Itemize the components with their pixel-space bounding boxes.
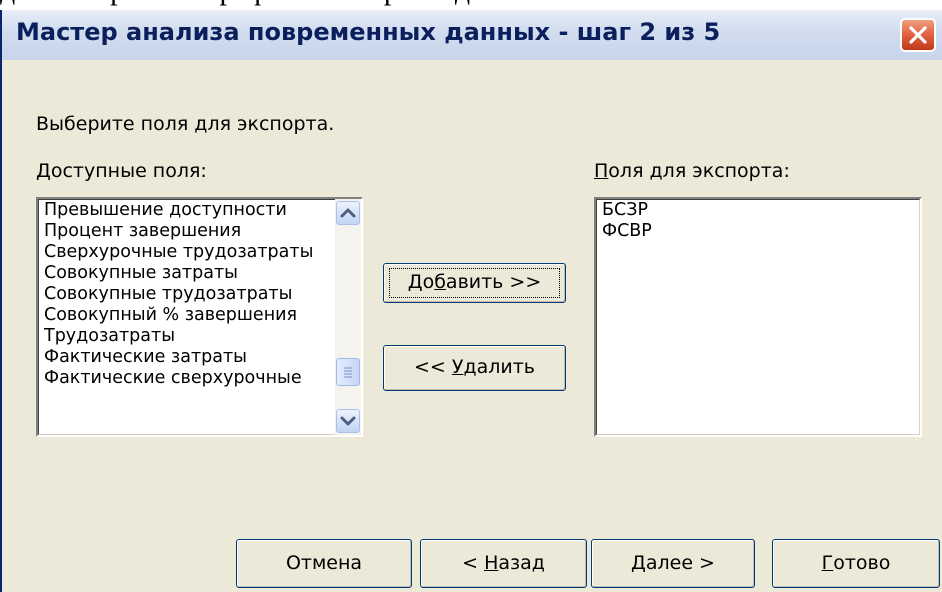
export-label-accel: П	[594, 160, 609, 182]
dialog-title: Мастер анализа повременных данных - шаг …	[16, 18, 721, 46]
available-label-rest: оступные поля:	[50, 160, 207, 182]
available-fields-label: Доступные поля:	[36, 160, 207, 182]
remove-button[interactable]: << Удалить	[383, 345, 566, 391]
list-item[interactable]: Сверхурочные трудозатраты	[44, 242, 320, 263]
arrow-down-icon	[340, 416, 356, 426]
list-item[interactable]: БСЗР	[602, 200, 912, 221]
available-label-accel: Д	[36, 160, 51, 182]
export-fields-label: Поля для экспорта:	[594, 160, 790, 182]
list-item[interactable]: Совокупный % завершения	[44, 305, 320, 326]
export-label-rest: оля для экспорта:	[608, 160, 790, 182]
list-item[interactable]: Совокупные затраты	[44, 263, 320, 284]
finish-button[interactable]: Готово	[772, 539, 940, 588]
title-bar[interactable]: Мастер анализа повременных данных - шаг …	[2, 10, 942, 60]
scroll-thumb[interactable]	[336, 358, 360, 386]
back-button[interactable]: < Назад	[420, 539, 587, 588]
grip-icon	[344, 367, 352, 378]
list-item[interactable]: Фактические сверхурочные	[44, 368, 320, 389]
available-fields-listbox[interactable]: Превышение доступности Процент завершени…	[36, 197, 363, 437]
list-item[interactable]: Превышение доступности	[44, 200, 320, 221]
scroll-up-button[interactable]	[336, 201, 360, 225]
document-text-fragment: для построения графика выбирают два поля…	[0, 0, 942, 10]
add-button[interactable]: Добавить >>	[383, 263, 566, 303]
wizard-dialog: Мастер анализа повременных данных - шаг …	[0, 10, 942, 592]
next-button[interactable]: Далее >	[591, 539, 755, 588]
list-item[interactable]: Трудозатраты	[44, 326, 320, 347]
arrow-up-icon	[340, 208, 356, 218]
list-item[interactable]: ФСВР	[602, 221, 912, 242]
list-item[interactable]: Процент завершения	[44, 221, 320, 242]
cancel-button[interactable]: Отмена	[236, 539, 412, 588]
list-item[interactable]: Фактические затраты	[44, 347, 320, 368]
list-item[interactable]: Совокупные трудозатраты	[44, 284, 320, 305]
instruction-text: Выберите поля для экспорта.	[36, 113, 335, 135]
available-fields-list: Превышение доступности Процент завершени…	[44, 200, 320, 434]
close-icon	[909, 26, 927, 44]
export-fields-listbox[interactable]: БСЗР ФСВР	[594, 197, 922, 437]
export-fields-list: БСЗР ФСВР	[602, 200, 912, 434]
scroll-down-button[interactable]	[336, 409, 360, 433]
available-fields-scrollbar[interactable]	[335, 199, 361, 435]
close-button[interactable]	[900, 18, 936, 52]
